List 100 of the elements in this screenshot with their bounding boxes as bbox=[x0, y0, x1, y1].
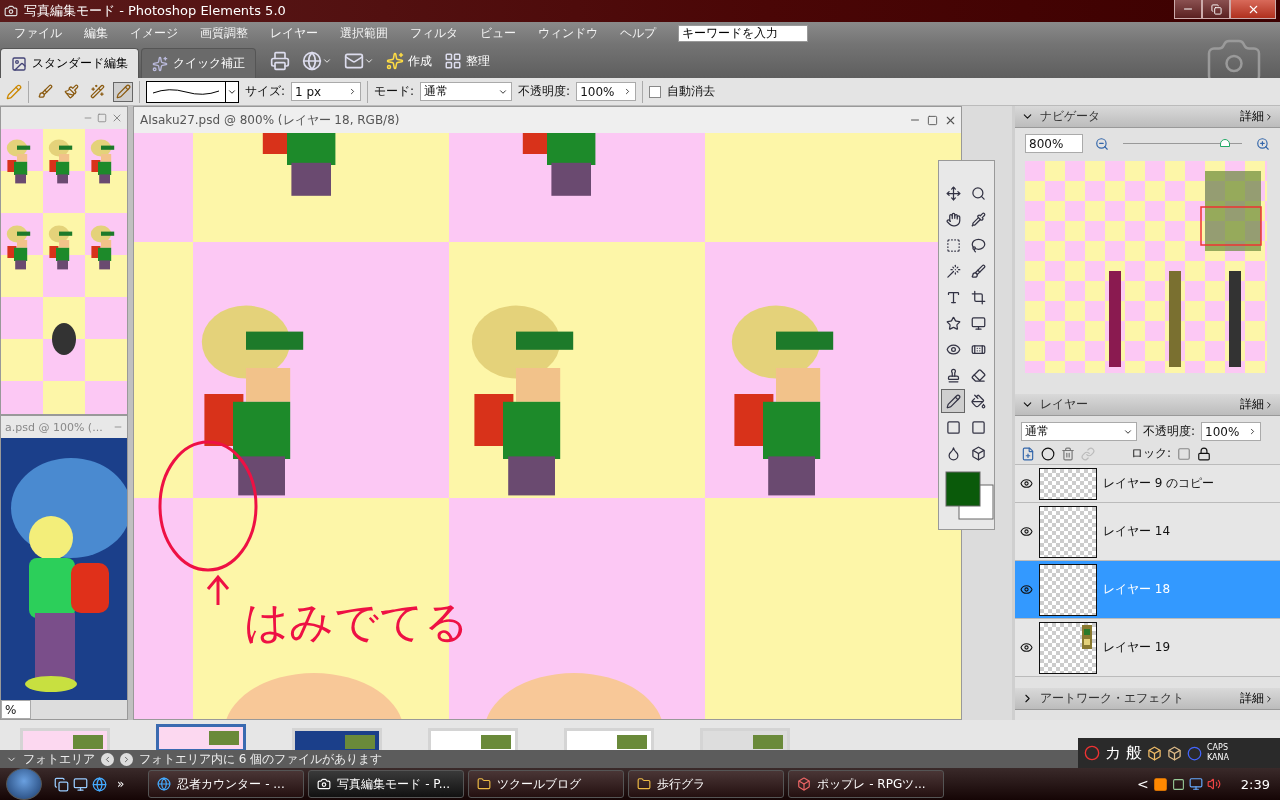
minimize-button[interactable] bbox=[1174, 0, 1202, 19]
trash-icon[interactable] bbox=[1061, 446, 1075, 461]
eye-icon bbox=[1019, 641, 1033, 654]
restore-button[interactable] bbox=[1202, 0, 1230, 19]
menu-item[interactable]: レイヤー bbox=[270, 24, 318, 42]
layer-row[interactable]: レイヤー 14 bbox=[1015, 503, 1280, 561]
zoom-in-icon[interactable] bbox=[1256, 136, 1270, 151]
monitor-icon bbox=[971, 315, 986, 331]
eye-icon bbox=[945, 341, 961, 357]
caret-icon[interactable] bbox=[364, 56, 374, 66]
opacity-field[interactable]: 100% bbox=[1201, 422, 1262, 441]
more-button[interactable]: 詳細 bbox=[1240, 108, 1274, 125]
ime-mode[interactable]: カ bbox=[1105, 742, 1121, 764]
more-button[interactable]: 詳細 bbox=[1240, 396, 1274, 413]
app-icon[interactable] bbox=[1152, 776, 1168, 792]
color-swatches[interactable] bbox=[945, 471, 995, 521]
more-button[interactable]: 詳細 bbox=[1240, 690, 1274, 707]
stroke-preview[interactable] bbox=[146, 80, 226, 103]
paintbrush-icon bbox=[63, 84, 79, 99]
stamp-icon bbox=[945, 367, 961, 383]
taskbar-button[interactable]: ポップレ - RPGツ... bbox=[788, 770, 945, 798]
share-icon[interactable] bbox=[302, 51, 322, 71]
volume-icon[interactable] bbox=[1206, 777, 1221, 791]
zoom-field[interactable]: 800% bbox=[1025, 134, 1083, 153]
arrow bbox=[204, 573, 232, 607]
print-icon[interactable] bbox=[270, 51, 290, 71]
globe-icon bbox=[157, 777, 172, 791]
checkbox[interactable] bbox=[649, 85, 662, 98]
panel-title: ナビゲータ bbox=[1040, 108, 1100, 125]
box-icon bbox=[971, 445, 986, 461]
marquee-icon bbox=[945, 237, 961, 253]
close-button[interactable] bbox=[1230, 0, 1276, 19]
zoom-field[interactable]: % bbox=[1, 700, 31, 719]
tool-button[interactable] bbox=[941, 389, 965, 413]
panel-header[interactable]: レイヤー 詳細 bbox=[1015, 394, 1280, 416]
layer-row[interactable]: レイヤー 19 bbox=[1015, 619, 1280, 677]
mail-icon[interactable] bbox=[344, 51, 364, 71]
eyedropper-icon bbox=[971, 211, 986, 227]
browser-icon[interactable] bbox=[92, 776, 107, 792]
box-icon[interactable] bbox=[1167, 745, 1182, 761]
menu-item[interactable]: ウィンドウ bbox=[538, 24, 598, 42]
eye-icon bbox=[1019, 525, 1033, 538]
taskbar-button[interactable]: 写真編集モード - P... bbox=[308, 770, 465, 798]
document-title: AIsaku27.psd @ 800% (レイヤー 18, RGB/8) bbox=[140, 111, 400, 129]
layer-row[interactable]: レイヤー 9 のコピー bbox=[1015, 465, 1280, 503]
mode-tab[interactable]: クイック補正 bbox=[141, 48, 256, 78]
window-title: a.psd @ 100% (... bbox=[5, 420, 103, 434]
panel-header[interactable]: アートワーク・エフェクト 詳細 bbox=[1015, 688, 1280, 710]
kana-indicator: KANA bbox=[1207, 753, 1230, 763]
layer-name: レイヤー 18 bbox=[1103, 581, 1171, 598]
brush-icon bbox=[971, 263, 986, 279]
menu-item[interactable]: イメージ bbox=[130, 24, 178, 42]
maximize-icon[interactable] bbox=[927, 114, 938, 126]
menu-item[interactable]: ヘルプ bbox=[620, 24, 656, 42]
lock-label: ロック: bbox=[1131, 445, 1172, 462]
box-icon[interactable] bbox=[1147, 745, 1162, 761]
pencil-icon bbox=[6, 83, 22, 100]
organize-button[interactable]: 整理 bbox=[466, 52, 490, 70]
menu-item[interactable]: ファイル bbox=[14, 24, 62, 42]
taskbar-button[interactable]: 歩行グラ bbox=[628, 770, 785, 798]
folder-icon bbox=[637, 777, 652, 791]
more-button[interactable]: » bbox=[117, 777, 125, 791]
taskbar-button[interactable]: 忍者カウンター - ... bbox=[148, 770, 305, 798]
menu-item[interactable]: フィルタ bbox=[410, 24, 458, 42]
mode-tab[interactable]: スタンダード編集 bbox=[0, 48, 139, 78]
caret-icon[interactable] bbox=[322, 56, 332, 66]
photo-bin-label: フォトエリア bbox=[23, 750, 95, 768]
desktop-icon[interactable] bbox=[73, 776, 88, 792]
previous-button[interactable] bbox=[101, 752, 114, 766]
taskbar-button[interactable]: ツクールブログ bbox=[468, 770, 625, 798]
pencil-icon bbox=[945, 393, 961, 409]
bucket-icon bbox=[971, 393, 986, 409]
zoom-out-icon[interactable] bbox=[1095, 136, 1109, 151]
opacity-field[interactable]: 100% bbox=[576, 82, 637, 101]
menu-item[interactable]: 編集 bbox=[84, 24, 108, 42]
panel-header[interactable]: ナビゲータ 詳細 bbox=[1015, 106, 1280, 128]
start-button[interactable] bbox=[6, 768, 42, 800]
curve-icon bbox=[151, 86, 221, 97]
menu-item[interactable]: 画質調整 bbox=[200, 24, 248, 42]
menu-item[interactable]: ビュー bbox=[480, 24, 516, 42]
tray-toggle[interactable]: < bbox=[1137, 776, 1149, 792]
grid-icon[interactable] bbox=[444, 52, 462, 70]
dropdown-button[interactable] bbox=[225, 80, 239, 103]
star-icon bbox=[945, 315, 961, 331]
search-field[interactable]: キーワードを入力 bbox=[678, 24, 808, 42]
size-field[interactable]: 1 px bbox=[291, 82, 362, 101]
lock-icon[interactable] bbox=[1197, 446, 1212, 461]
tool-option[interactable] bbox=[113, 81, 133, 102]
mode-label: モード: bbox=[374, 83, 415, 100]
mode-select[interactable]: 通常 bbox=[420, 82, 513, 101]
panel-title: アートワーク・エフェクト bbox=[1040, 690, 1184, 707]
ime-mode[interactable]: 般 bbox=[1126, 742, 1142, 764]
new-layer-icon[interactable] bbox=[1021, 446, 1035, 461]
camera-icon bbox=[317, 777, 332, 791]
close-icon[interactable] bbox=[111, 112, 123, 124]
create-icon[interactable] bbox=[386, 52, 404, 70]
menu-item[interactable]: 選択範囲 bbox=[340, 24, 388, 42]
next-button[interactable] bbox=[120, 752, 133, 766]
blend-mode-select[interactable]: 通常 bbox=[1021, 422, 1137, 441]
create-button[interactable]: 作成 bbox=[408, 52, 432, 70]
